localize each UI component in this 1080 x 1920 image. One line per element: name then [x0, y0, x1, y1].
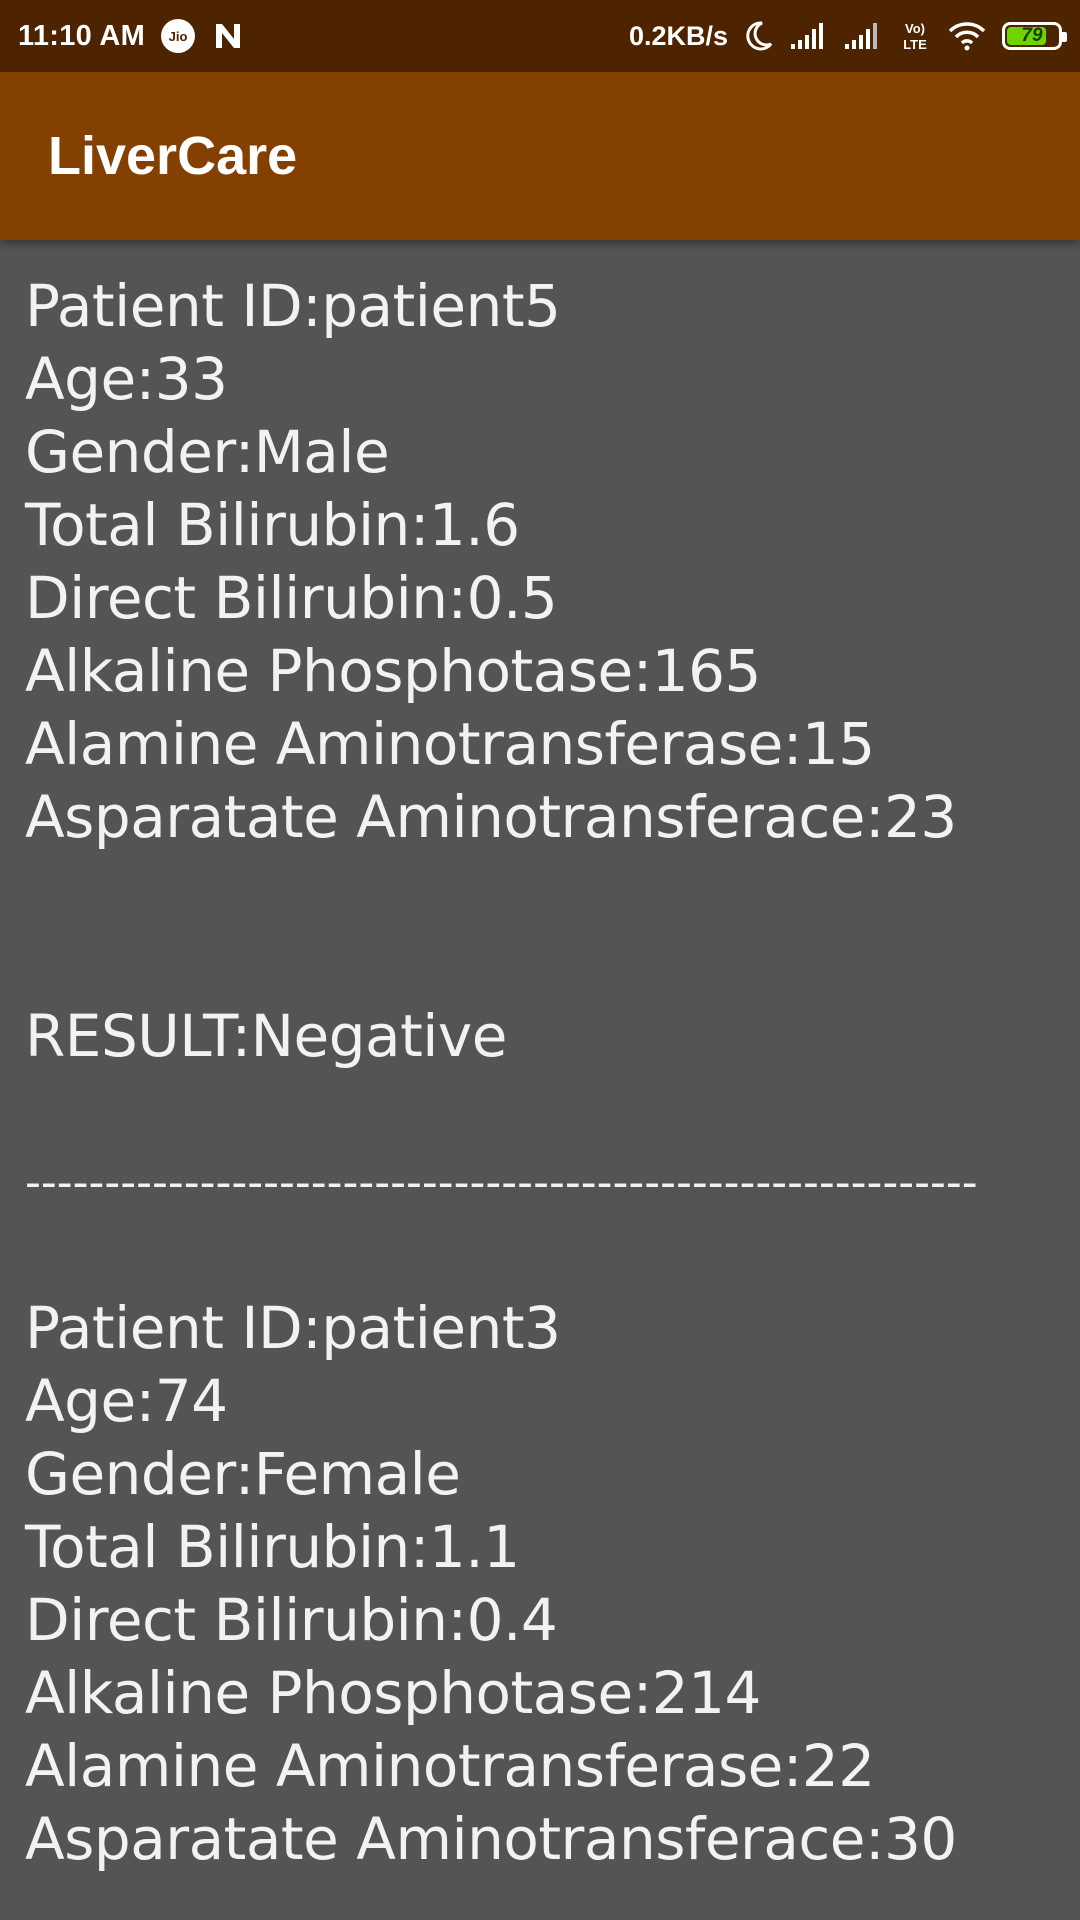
asparatate-aminotransferace: Asparatate Aminotransferace:23 [25, 783, 957, 851]
patient-id: Patient ID:patient3 [25, 1294, 561, 1362]
alamine-aminotransferase: Alamine Aminotransferase:15 [25, 710, 875, 778]
direct-bilirubin: Direct Bilirubin:0.5 [25, 564, 558, 632]
total-bilirubin: Total Bilirubin:1.1 [25, 1513, 520, 1581]
signal-icon [844, 22, 882, 50]
moon-icon [744, 20, 774, 52]
n-notification-icon [211, 19, 245, 53]
asparatate-aminotransferace: Asparatate Aminotransferace:30 [25, 1805, 957, 1873]
volte-icon: Vo) LTE [898, 19, 932, 53]
battery-level: 79 [1021, 25, 1043, 46]
status-bar: 11:10 AM Jio 0.2KB/s Vo) LTE 79 [0, 0, 1080, 72]
app-bar: LiverCare [0, 72, 1080, 240]
patient-age: Age:33 [25, 345, 228, 413]
svg-text:LTE: LTE [903, 37, 927, 52]
results-list[interactable]: Patient ID:patient5 Age:33 Gender:Male T… [25, 270, 1065, 1876]
patient-record: Patient ID:patient5 Age:33 Gender:Male T… [25, 270, 1065, 1292]
app-title: LiverCare [48, 126, 298, 186]
svg-text:Vo): Vo) [905, 21, 925, 36]
wifi-icon [948, 21, 986, 51]
jio-icon: Jio [161, 19, 196, 53]
status-bar-left: 11:10 AM Jio [18, 19, 245, 53]
patient-gender: Gender:Female [25, 1440, 461, 1508]
patient-record: Patient ID:patient3 Age:74 Gender:Female… [25, 1292, 1065, 1876]
alkaline-phosphotase: Alkaline Phosphotase:165 [25, 637, 761, 705]
direct-bilirubin: Direct Bilirubin:0.4 [25, 1586, 558, 1654]
status-time: 11:10 AM [18, 19, 146, 52]
battery-icon: 79 [1002, 22, 1067, 50]
battery-tip [1062, 32, 1067, 42]
record-separator: ----------------------------------------… [25, 1157, 978, 1208]
patient-id: Patient ID:patient5 [25, 272, 561, 340]
patient-age: Age:74 [25, 1367, 228, 1435]
alamine-aminotransferase: Alamine Aminotransferase:22 [25, 1732, 875, 1800]
patient-gender: Gender:Male [25, 418, 390, 486]
total-bilirubin: Total Bilirubin:1.6 [25, 491, 520, 559]
result-label: RESULT:Negative [25, 1002, 507, 1070]
signal-icon [790, 22, 828, 50]
alkaline-phosphotase: Alkaline Phosphotase:214 [25, 1659, 761, 1727]
status-bar-right: 0.2KB/s Vo) LTE 79 [628, 19, 1067, 53]
network-speed: 0.2KB/s [628, 20, 728, 51]
